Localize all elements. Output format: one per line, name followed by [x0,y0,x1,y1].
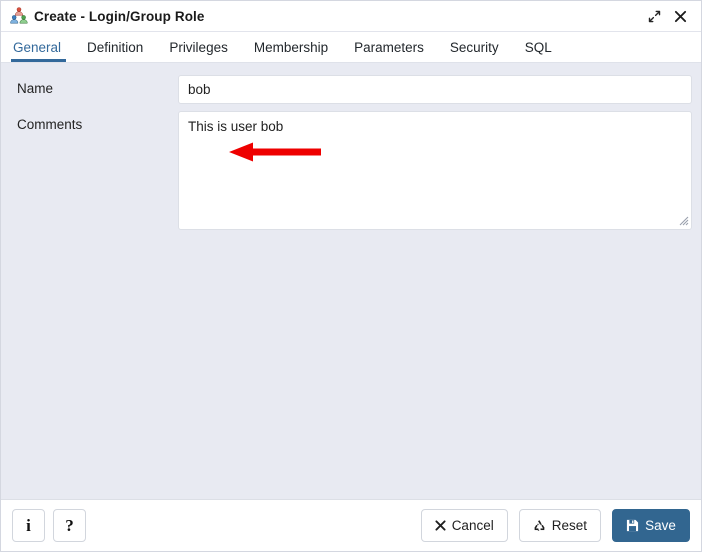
tab-membership-label: Membership [253,39,329,55]
save-button[interactable]: Save [612,509,690,542]
title-bar: Create - Login/Group Role [1,1,701,32]
tab-sql-label: SQL [524,39,552,55]
group-role-icon [10,7,28,24]
question-mark-icon: ? [65,515,74,535]
dialog-footer: i ? Cancel Reset Save [1,499,701,551]
maximize-icon[interactable] [643,5,665,27]
tab-security-label: Security [449,39,499,55]
name-label: Name [17,81,54,96]
help-button[interactable]: ? [53,509,86,542]
tab-membership[interactable]: Membership [241,32,341,62]
tab-definition-label: Definition [87,39,144,55]
tab-sql[interactable]: SQL [512,32,565,62]
tab-security[interactable]: Security [437,32,512,62]
footer-right-group: Cancel Reset Save [420,509,690,542]
tab-privileges[interactable]: Privileges [156,32,241,62]
tab-privileges-label: Privileges [169,39,228,55]
expand-arrows-icon [648,10,660,22]
tab-parameters-label: Parameters [354,39,424,55]
tab-general[interactable]: General [11,32,74,62]
reset-button-label: Reset [551,518,587,533]
save-button-label: Save [645,518,676,533]
close-x-icon [674,10,686,22]
cancel-button[interactable]: Cancel [420,509,508,542]
info-icon: i [26,515,31,535]
dialog-title: Create - Login/Group Role [34,8,205,24]
tab-definition[interactable]: Definition [74,32,156,62]
reset-button[interactable]: Reset [518,509,601,542]
name-control [178,75,692,104]
close-icon[interactable] [669,5,691,27]
floppy-disk-icon [626,519,639,532]
name-field-row: Name [10,75,692,104]
footer-left-group: i ? [12,509,86,542]
name-input[interactable] [178,75,692,104]
comments-label: Comments [17,117,83,132]
close-x-icon [435,520,446,531]
tab-bar: General Definition Privileges Membership… [1,32,701,63]
create-login-group-role-dialog: Create - Login/Group Role General Defini… [0,0,702,552]
comments-field-row: Comments [10,111,692,230]
general-tab-panel: Name Comments [1,63,701,499]
tab-parameters[interactable]: Parameters [341,32,437,62]
recycle-icon [533,519,546,532]
info-button[interactable]: i [12,509,45,542]
tab-general-label: General [13,39,62,55]
comments-textarea[interactable] [178,111,692,230]
comments-control [178,111,692,230]
cancel-button-label: Cancel [451,518,494,533]
